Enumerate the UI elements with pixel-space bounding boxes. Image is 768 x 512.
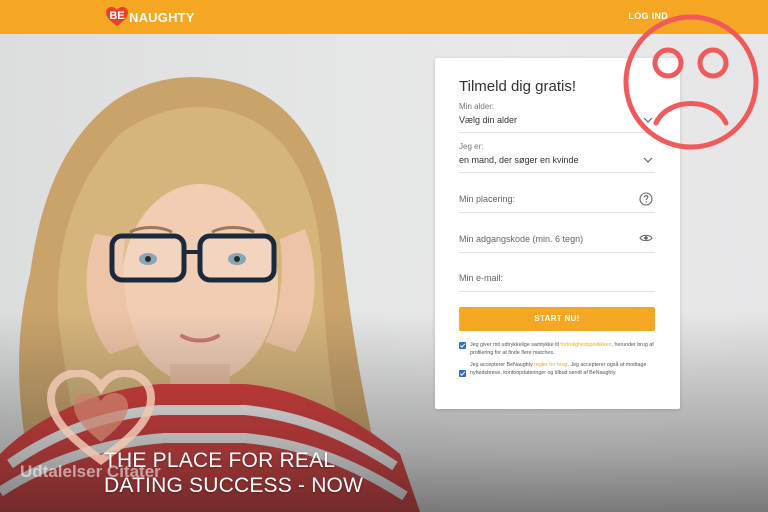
benaughty-logo[interactable]: BE NAUGHTY [106, 7, 195, 27]
terms-of-use-link[interactable]: regler for brug [534, 362, 567, 368]
privacy-consent: Jeg giver mit udtrykkelige samtykke til … [459, 342, 659, 357]
signup-title: Tilmeld dig gratis! [459, 78, 576, 95]
logo-badge-text: BE [109, 10, 125, 22]
heart-logo-icon: BE [106, 7, 128, 27]
logo-word: NAUGHTY [129, 9, 195, 25]
sad-face-icon [623, 14, 759, 150]
watermark-text: Udtalelser Citater [20, 462, 161, 481]
consent1-before: Jeg giver mit udtrykkelige samtykke til [470, 342, 561, 348]
location-placeholder: Min placering: [459, 194, 516, 204]
location-input[interactable]: Min placering: [459, 192, 655, 213]
question-icon[interactable] [639, 192, 653, 206]
email-placeholder: Min e-mail: [459, 273, 504, 283]
password-input[interactable]: Min adgangskode (min. 6 tegn) [459, 234, 655, 253]
checkbox-checked-icon[interactable] [459, 370, 466, 377]
chevron-down-icon [643, 157, 653, 163]
consent2-before: Jeg accepterer BeNaughty [470, 362, 535, 368]
gender-value: en mand, der søger en kvinde [459, 155, 579, 165]
eye-icon[interactable] [639, 233, 653, 243]
privacy-policy-link[interactable]: fortrolighedspolitikken [560, 342, 611, 348]
terms-consent: Jeg accepterer BeNaughty regler for brug… [459, 362, 659, 377]
checkbox-checked-icon[interactable] [459, 342, 466, 349]
start-now-button[interactable]: START NU! [459, 307, 655, 331]
password-placeholder: Min adgangskode (min. 6 tegn) [459, 234, 584, 244]
email-input[interactable]: Min e-mail: [459, 273, 655, 292]
